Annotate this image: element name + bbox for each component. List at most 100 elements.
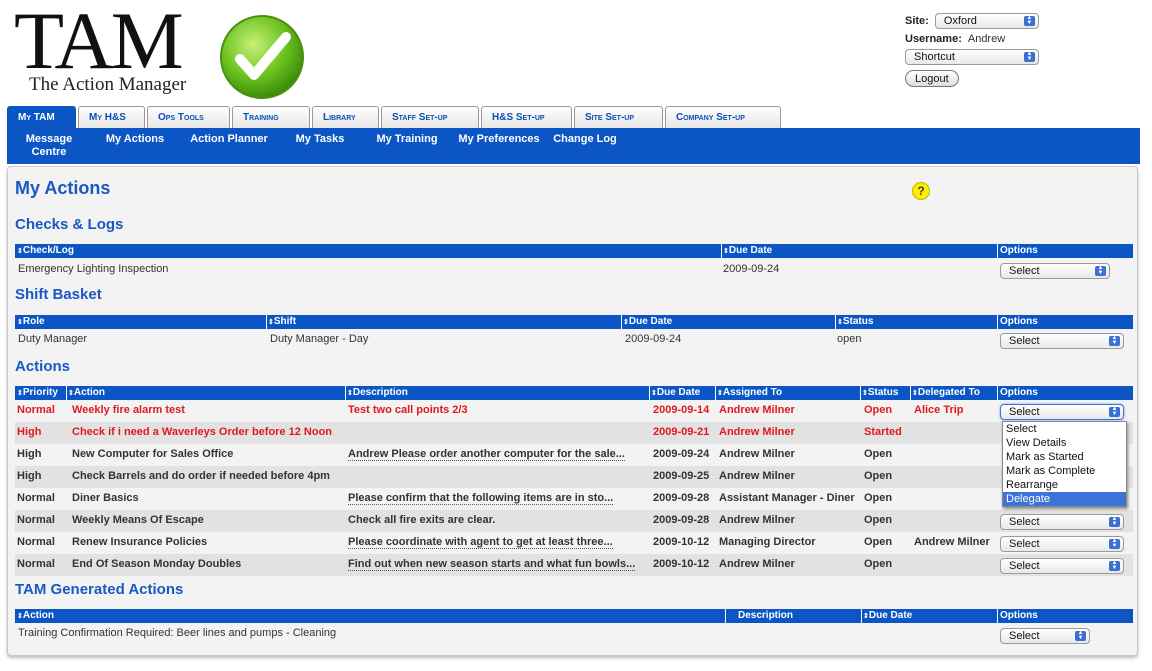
col-check-log[interactable]: ⇕Check/Log <box>17 245 74 256</box>
tab-my-hs[interactable]: My H&S <box>78 106 145 128</box>
user-panel: Site: Oxford ▲ ▼ Username: Andrew Shortcu… <box>905 12 1039 87</box>
tab-hs-setup[interactable]: H&S Set-up <box>481 106 572 128</box>
table-row[interactable]: Normal End Of Season Monday Doubles Find… <box>15 554 1133 576</box>
select-arrows-icon: ▲ ▼ <box>1109 560 1120 571</box>
sort-icon: ⇕ <box>17 613 23 620</box>
checks-header: ⇕Check/Log ⇕Due Date Options <box>15 244 1133 258</box>
action-description[interactable]: Please coordinate with agent to get at l… <box>348 536 613 549</box>
tab-my-tam[interactable]: My TAM <box>7 106 76 128</box>
action-assigned-to: Assistant Manager - Diner <box>719 492 855 504</box>
tab-ops-tools[interactable]: Ops Tools <box>147 106 230 128</box>
subnav-my-preferences[interactable]: My Preferences <box>453 128 545 164</box>
subnav-my-training[interactable]: My Training <box>361 128 453 164</box>
dropdown-option-mark-started[interactable]: Mark as Started <box>1003 450 1126 464</box>
dropdown-option-mark-complete[interactable]: Mark as Complete <box>1003 464 1126 478</box>
action-due-date: 2009-09-28 <box>653 492 710 504</box>
col-assigned-to[interactable]: ⇕Assigned To <box>717 387 782 398</box>
tab-library[interactable]: Library <box>312 106 379 128</box>
check-name: Emergency Lighting Inspection <box>18 263 169 275</box>
shift-status: open <box>837 333 862 345</box>
action-title: Renew Insurance Policies <box>72 536 208 548</box>
action-description[interactable]: Andrew Please order another computer for… <box>348 448 625 461</box>
shift-role: Duty Manager <box>18 333 88 345</box>
action-options-select[interactable]: Select ▲ ▼ <box>1000 514 1124 530</box>
action-description[interactable]: Check all fire exits are clear. <box>348 514 495 526</box>
col-shift[interactable]: ⇕Shift <box>268 316 296 327</box>
col-options: Options <box>1000 387 1038 398</box>
tab-site-setup[interactable]: Site Set-up <box>574 106 663 128</box>
table-row[interactable]: High Check Barrels and do order if neede… <box>15 466 1133 488</box>
select-arrows-icon: ▲ ▼ <box>1109 538 1120 549</box>
select-arrows-icon: ▲ ▼ <box>1109 406 1120 417</box>
col-due-date[interactable]: ⇕Due Date <box>863 610 912 621</box>
dropdown-option-view-details[interactable]: View Details <box>1003 436 1126 450</box>
table-row[interactable]: High New Computer for Sales Office Andre… <box>15 444 1133 466</box>
action-description[interactable]: Please confirm that the following items … <box>348 492 614 505</box>
table-row[interactable]: Normal Renew Insurance Policies Please c… <box>15 532 1133 554</box>
action-status: Open <box>864 558 893 570</box>
select-arrows-icon: ▲ ▼ <box>1024 51 1035 62</box>
col-due-date[interactable]: ⇕Due Date <box>623 316 672 327</box>
page-title: My Actions <box>15 178 111 198</box>
col-description[interactable]: ⇕Description <box>347 387 408 398</box>
col-due-date[interactable]: ⇕Due Date <box>723 245 772 256</box>
dropdown-option-select[interactable]: Select <box>1003 422 1126 436</box>
subnav-my-actions[interactable]: My Actions <box>91 128 179 164</box>
username-label: Username: <box>905 33 962 45</box>
action-options-select[interactable]: Select ▲ ▼ <box>1000 558 1124 574</box>
action-priority: High <box>17 448 42 460</box>
action-due-date: 2009-09-25 <box>653 470 710 482</box>
col-status[interactable]: ⇕Status <box>862 387 898 398</box>
col-due-date[interactable]: ⇕Due Date <box>651 387 700 398</box>
col-role[interactable]: ⇕Role <box>17 316 45 327</box>
subnav-change-log[interactable]: Change Log <box>545 128 625 164</box>
shift-options-select[interactable]: Select ▲ ▼ <box>1000 333 1124 349</box>
shortcut-select-value: Shortcut <box>914 51 955 63</box>
action-description[interactable]: Find out when new season starts and what… <box>348 558 636 571</box>
subnav-my-tasks[interactable]: My Tasks <box>279 128 361 164</box>
sort-icon: ⇕ <box>268 319 274 326</box>
help-icon[interactable]: ? <box>912 182 930 200</box>
logo-subtitle: The Action Manager <box>29 74 187 95</box>
action-assigned-to: Andrew Milner <box>719 426 795 438</box>
checks-section-title: Checks & Logs <box>15 216 124 233</box>
dropdown-option-rearrange[interactable]: Rearrange <box>1003 478 1126 492</box>
subnav-message-centre[interactable]: Message Centre <box>7 128 91 164</box>
action-options-select-open[interactable]: Select ▲ ▼ <box>1000 404 1124 420</box>
col-action[interactable]: ⇕Action <box>17 610 54 621</box>
dropdown-option-delegate[interactable]: Delegate <box>1003 492 1126 506</box>
username-value: Andrew <box>967 33 1006 45</box>
site-label: Site: <box>905 15 929 27</box>
col-delegated-to[interactable]: ⇕Delegated To <box>912 387 980 398</box>
sort-icon: ⇕ <box>863 613 869 620</box>
col-status[interactable]: ⇕Status <box>837 316 873 327</box>
table-row[interactable]: Normal Weekly Means Of Escape Check all … <box>15 510 1133 532</box>
main-tabs: My TAM My H&S Ops Tools Training Library… <box>7 106 783 128</box>
tab-training[interactable]: Training <box>232 106 310 128</box>
action-due-date: 2009-09-28 <box>653 514 710 526</box>
generated-header: ⇕Action Description ⇕Due Date Options <box>15 609 1133 623</box>
action-description[interactable]: Test two call points 2/3 <box>348 404 468 416</box>
action-options-select[interactable]: Select ▲ ▼ <box>1000 536 1124 552</box>
check-options-select[interactable]: Select ▲ ▼ <box>1000 263 1110 279</box>
tab-company-setup[interactable]: Company Set-up <box>665 106 781 128</box>
tab-staff-setup[interactable]: Staff Set-up <box>381 106 479 128</box>
generated-options-select[interactable]: Select ▲ ▼ <box>1000 628 1090 644</box>
sort-icon: ⇕ <box>862 390 868 397</box>
subnav-action-planner[interactable]: Action Planner <box>179 128 279 164</box>
logout-button[interactable]: Logout <box>905 70 959 87</box>
action-assigned-to: Andrew Milner <box>719 448 795 460</box>
select-arrows-icon: ▲ ▼ <box>1095 265 1106 276</box>
action-title: Check if i need a Waverleys Order before… <box>72 426 333 438</box>
site-select[interactable]: Oxford ▲ ▼ <box>934 13 1039 29</box>
shortcut-select[interactable]: Shortcut ▲ ▼ <box>905 49 1039 65</box>
action-status: Open <box>864 448 893 460</box>
col-priority[interactable]: ⇕Priority <box>17 387 58 398</box>
table-row[interactable]: High Check if i need a Waverleys Order b… <box>15 422 1133 444</box>
action-priority: Normal <box>17 404 55 416</box>
check-due-date: 2009-09-24 <box>723 263 780 275</box>
col-action[interactable]: ⇕Action <box>68 387 105 398</box>
sub-navigation: Message Centre My Actions Action Planner… <box>7 128 1140 164</box>
table-row[interactable]: Normal Weekly fire alarm test Test two c… <box>15 400 1133 422</box>
table-row[interactable]: Normal Diner Basics Please confirm that … <box>15 488 1133 510</box>
